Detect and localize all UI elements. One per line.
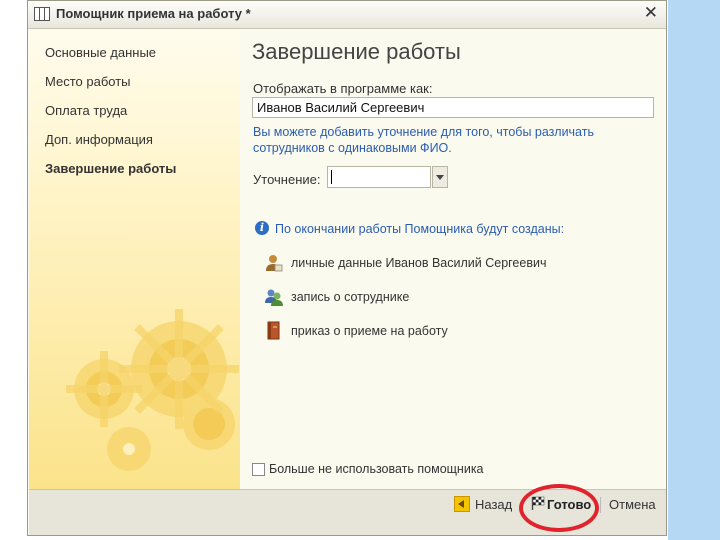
info-icon: i <box>255 221 269 235</box>
table-icon <box>34 7 50 21</box>
main-content: Завершение работы Отображать в программе… <box>248 29 668 489</box>
result-employee-record: запись о сотруднике <box>291 290 410 304</box>
finish-button-highlight <box>519 484 599 532</box>
wizard-window: Помощник приема на работу * ✕ Основные д… <box>27 0 667 536</box>
hint-text: Вы можете добавить уточнение для того, ч… <box>253 125 594 155</box>
display-name-input[interactable] <box>252 97 654 118</box>
step-salary[interactable]: Оплата труда <box>45 103 176 132</box>
info-text: По окончании работы Помощника будут созд… <box>275 222 565 236</box>
dont-use-label[interactable]: Больше не использовать помощника <box>269 462 484 476</box>
order-book-icon <box>267 321 280 340</box>
step-workplace[interactable]: Место работы <box>45 74 176 103</box>
result-hiring-order: приказ о приеме на работу <box>291 324 448 338</box>
clarification-input[interactable] <box>327 166 431 188</box>
result-personal-data: личные данные Иванов Василий Сергеевич <box>291 256 547 270</box>
close-icon[interactable]: ✕ <box>644 3 658 23</box>
display-name-label: Отображать в программе как: <box>253 81 433 96</box>
step-additional-info[interactable]: Доп. информация <box>45 132 176 161</box>
person-icon <box>266 255 283 272</box>
dont-use-checkbox[interactable] <box>252 463 265 476</box>
background-panel <box>668 0 720 540</box>
button-divider <box>600 497 601 513</box>
clarification-label: Уточнение: <box>253 172 321 187</box>
wizard-steps: Основные данные Место работы Оплата труд… <box>45 45 176 190</box>
sidebar: Основные данные Место работы Оплата труд… <box>29 29 240 489</box>
step-basic-data[interactable]: Основные данные <box>45 45 176 74</box>
cancel-button[interactable]: Отмена <box>609 497 656 512</box>
window-title: Помощник приема на работу * <box>56 6 251 21</box>
text-caret <box>331 170 332 184</box>
back-label: Назад <box>475 497 513 512</box>
page-title: Завершение работы <box>252 39 461 64</box>
back-arrow-icon <box>454 496 470 512</box>
title-bar: Помощник приема на работу * ✕ <box>28 1 666 29</box>
chevron-down-icon[interactable] <box>432 166 448 188</box>
step-finish[interactable]: Завершение работы <box>45 161 176 190</box>
employee-record-icon <box>265 289 283 306</box>
